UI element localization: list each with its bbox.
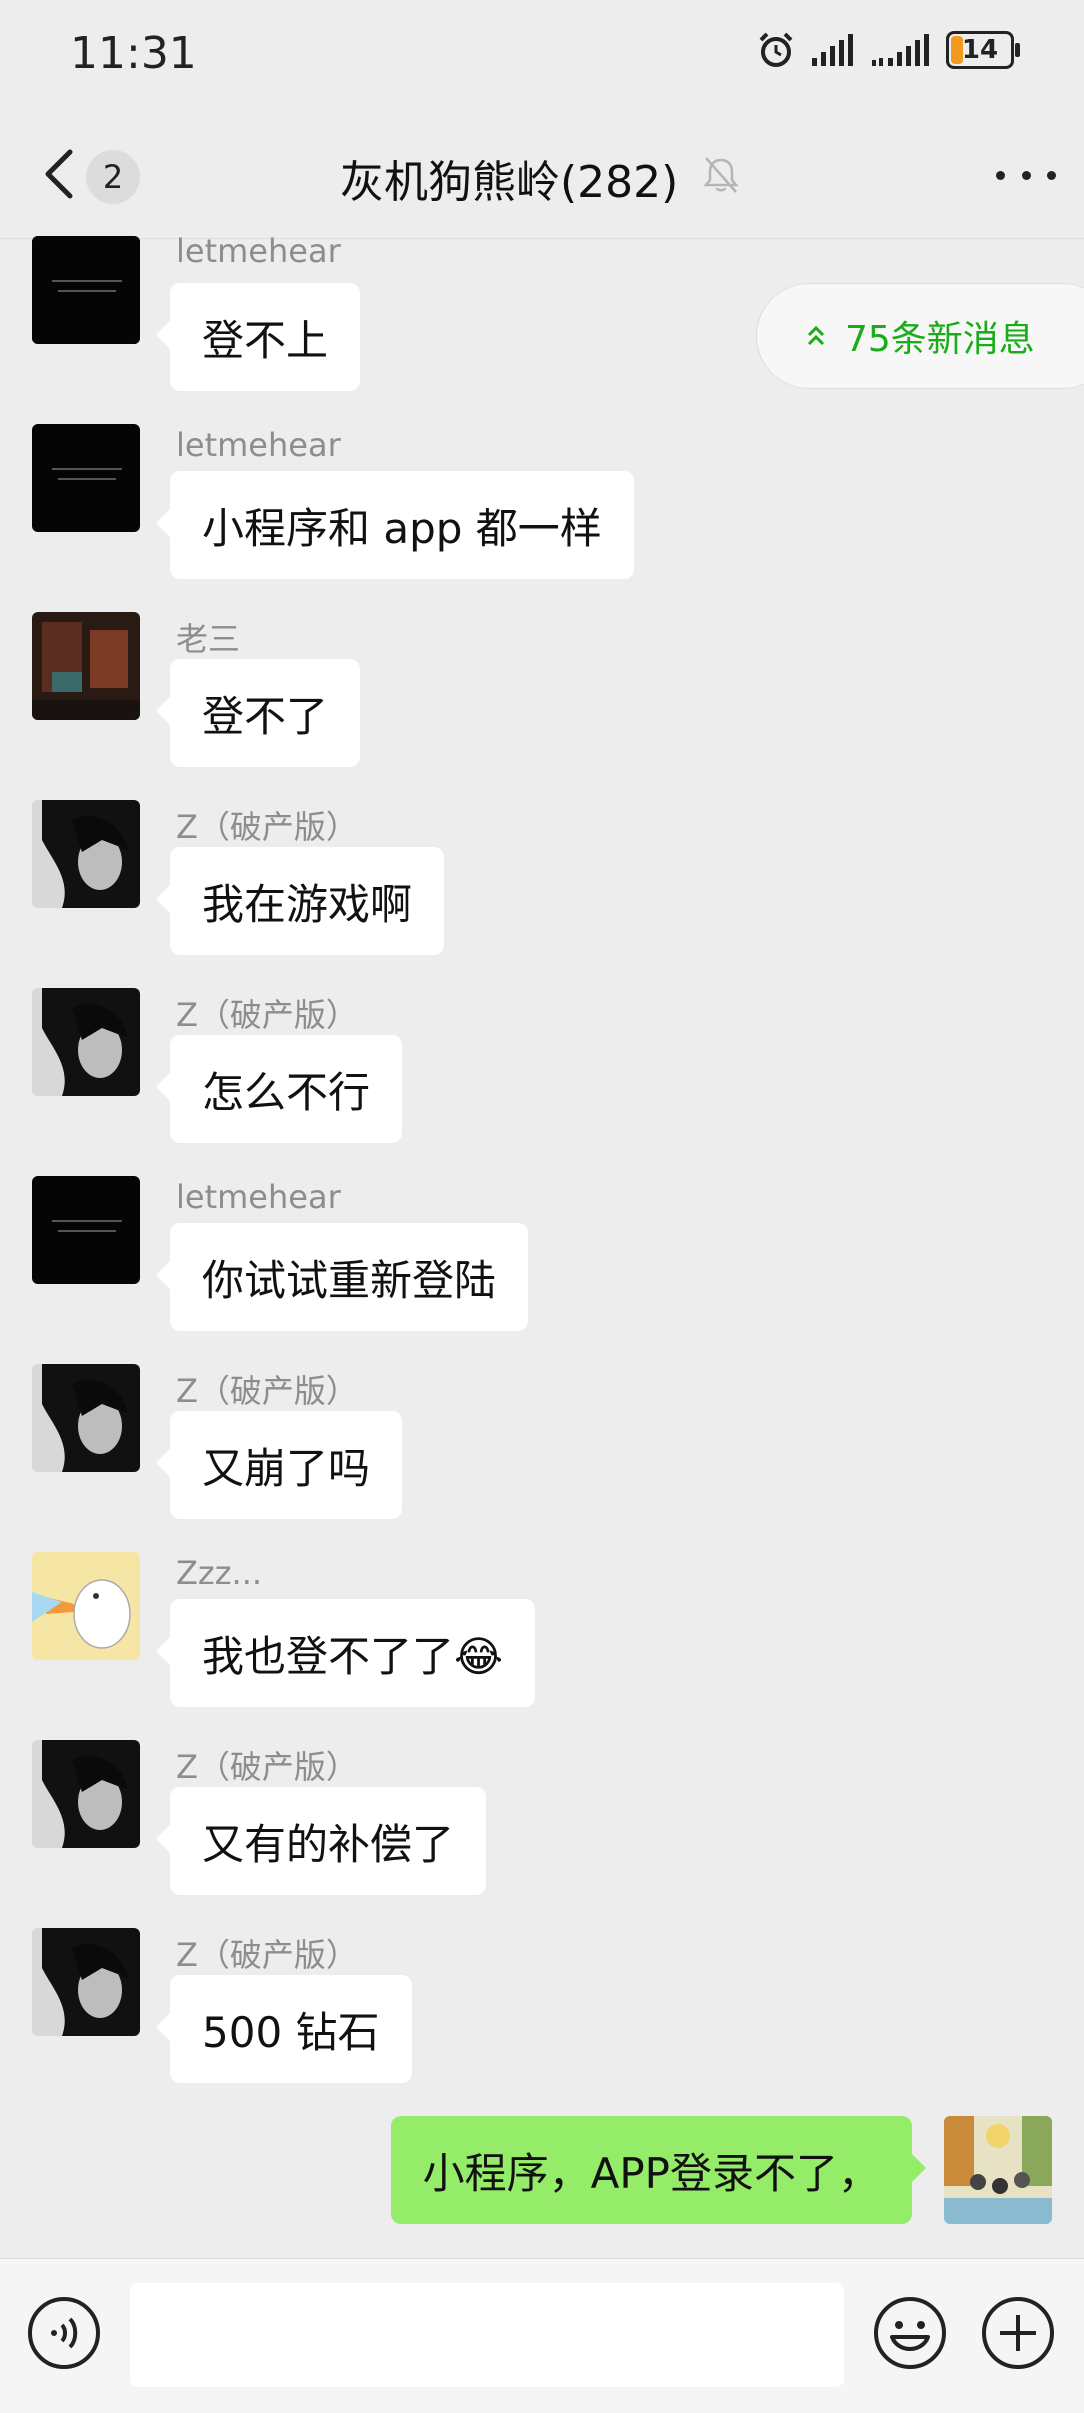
back-icon[interactable] xyxy=(36,144,82,204)
chat-header: 2 灰机狗熊岭(282) xyxy=(0,110,1084,239)
sender-name: Zzz... xyxy=(176,1554,263,1592)
self-message-bubble[interactable]: 小程序，APP登录不了， xyxy=(390,2116,927,2224)
chat-title: 灰机狗熊岭(282) xyxy=(340,157,679,208)
status-icons: 14 xyxy=(756,30,1020,70)
new-messages-label: 75条新消息 xyxy=(845,319,1035,360)
avatar[interactable] xyxy=(32,1364,140,1472)
plus-icon[interactable] xyxy=(980,2295,1056,2371)
avatar[interactable] xyxy=(32,612,140,720)
sender-name: Z（破产版） xyxy=(176,1748,358,1786)
avatar[interactable] xyxy=(32,1176,140,1284)
avatar[interactable] xyxy=(32,424,140,532)
voice-icon[interactable] xyxy=(26,2295,102,2371)
more-dot-icon xyxy=(1047,170,1056,180)
message-bubble[interactable]: 登不了 xyxy=(155,659,361,767)
input-bar xyxy=(0,2258,1084,2413)
message-input[interactable] xyxy=(130,2283,844,2387)
message-bubble[interactable]: 小程序和 app 都一样 xyxy=(156,471,634,579)
message-bubble[interactable]: 登不上 xyxy=(155,283,361,391)
message-bubble[interactable]: 怎么不行 xyxy=(155,1035,403,1143)
sender-name: Z（破产版） xyxy=(176,1936,358,1974)
avatar[interactable] xyxy=(32,236,140,344)
signal-icon xyxy=(812,34,853,66)
avatar[interactable] xyxy=(32,1740,140,1848)
status-bar: 11:31 14 xyxy=(0,0,1084,110)
avatar[interactable] xyxy=(32,1928,140,2036)
sender-name: letmehear xyxy=(176,426,341,464)
more-dot-icon xyxy=(1021,170,1031,180)
message-bubble[interactable]: 又崩了吗 xyxy=(155,1411,403,1519)
sender-name: letmehear xyxy=(176,1178,341,1216)
battery-level: 14 xyxy=(961,35,999,65)
sender-name: 老三 xyxy=(176,620,241,658)
message-bubble[interactable]: 你试试重新登陆 xyxy=(155,1223,529,1331)
sender-name: Z（破产版） xyxy=(176,996,358,1034)
avatar[interactable] xyxy=(32,988,140,1096)
mute-bell-icon xyxy=(703,157,739,193)
avatar[interactable] xyxy=(32,1552,140,1660)
message-bubble[interactable]: 我在游戏啊 xyxy=(155,847,445,955)
unread-count-badge[interactable]: 2 xyxy=(86,150,140,204)
signal-icon-2 xyxy=(872,34,929,66)
message-bubble[interactable]: 500 钻石 xyxy=(156,1975,412,2083)
status-time: 11:31 xyxy=(70,28,197,79)
more-dot-icon xyxy=(996,170,1005,180)
sender-name: Z（破产版） xyxy=(176,808,358,846)
more-options-button[interactable] xyxy=(996,150,1056,200)
double-chevron-up-icon xyxy=(807,325,825,346)
avatar[interactable] xyxy=(32,800,140,908)
alarm-icon xyxy=(759,32,793,67)
message-bubble[interactable]: 我也登不了了😂 xyxy=(155,1599,536,1707)
battery-icon: 14 xyxy=(946,31,1020,69)
message-bubble[interactable]: 又有的补偿了 xyxy=(155,1787,487,1895)
emoji-icon[interactable] xyxy=(872,2295,948,2371)
new-messages-button[interactable]: 75条新消息 xyxy=(756,283,1084,389)
self-avatar[interactable] xyxy=(944,2116,1052,2224)
sender-name: Z（破产版） xyxy=(176,1372,358,1410)
sender-name: letmehear xyxy=(176,232,341,270)
